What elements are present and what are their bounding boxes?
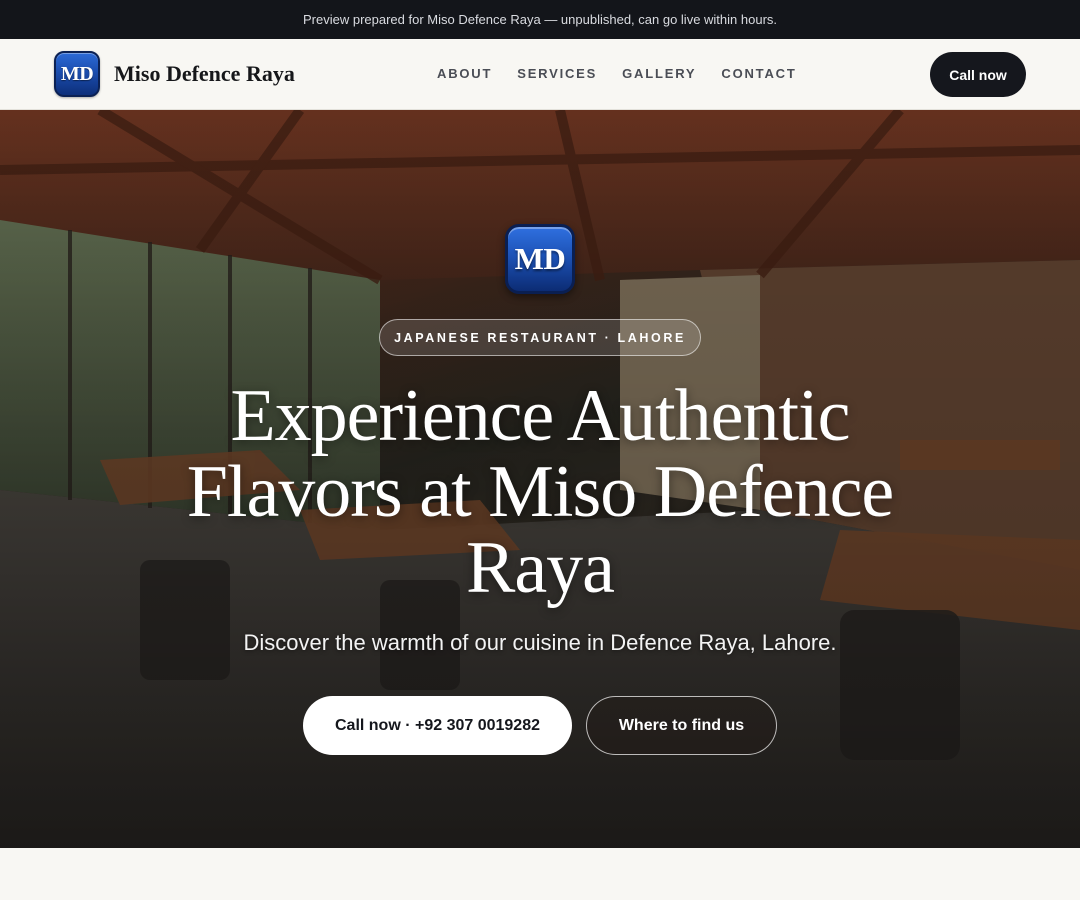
hero-title: Experience Authentic Flavors at Miso Def… — [186, 375, 895, 609]
nav-services[interactable]: SERVICES — [517, 66, 597, 81]
logo-icon: MD — [54, 51, 100, 97]
nav-gallery[interactable]: GALLERY — [622, 66, 696, 81]
preview-banner-text: Preview prepared for Miso Defence Raya —… — [302, 12, 778, 27]
hero-logo-icon: MD — [505, 224, 575, 294]
header-call-button[interactable]: Call now — [930, 52, 1026, 97]
hero-content: MD JAPANESE RESTAURANT · LAHORE Experien… — [0, 110, 1080, 848]
preview-banner: Preview prepared for Miso Defence Raya —… — [0, 0, 1080, 39]
main-nav: ABOUT SERVICES GALLERY CONTACT — [437, 66, 822, 81]
hero-subtitle: Discover the warmth of our cuisine in De… — [243, 630, 837, 655]
site-header: MD Miso Defence Raya ABOUT SERVICES GALL… — [0, 39, 1080, 110]
call-now-button[interactable]: Call now · +92 307 0019282 — [303, 696, 572, 755]
nav-contact[interactable]: CONTACT — [721, 66, 796, 81]
find-us-button[interactable]: Where to find us — [586, 696, 777, 755]
hero-section: MD JAPANESE RESTAURANT · LAHORE Experien… — [0, 110, 1080, 848]
nav-about[interactable]: ABOUT — [437, 66, 492, 81]
next-section — [0, 848, 1080, 900]
brand-name: Miso Defence Raya — [114, 61, 295, 86]
brand-link[interactable]: MD Miso Defence Raya — [54, 51, 295, 97]
cuisine-location-badge: JAPANESE RESTAURANT · LAHORE — [379, 319, 701, 356]
